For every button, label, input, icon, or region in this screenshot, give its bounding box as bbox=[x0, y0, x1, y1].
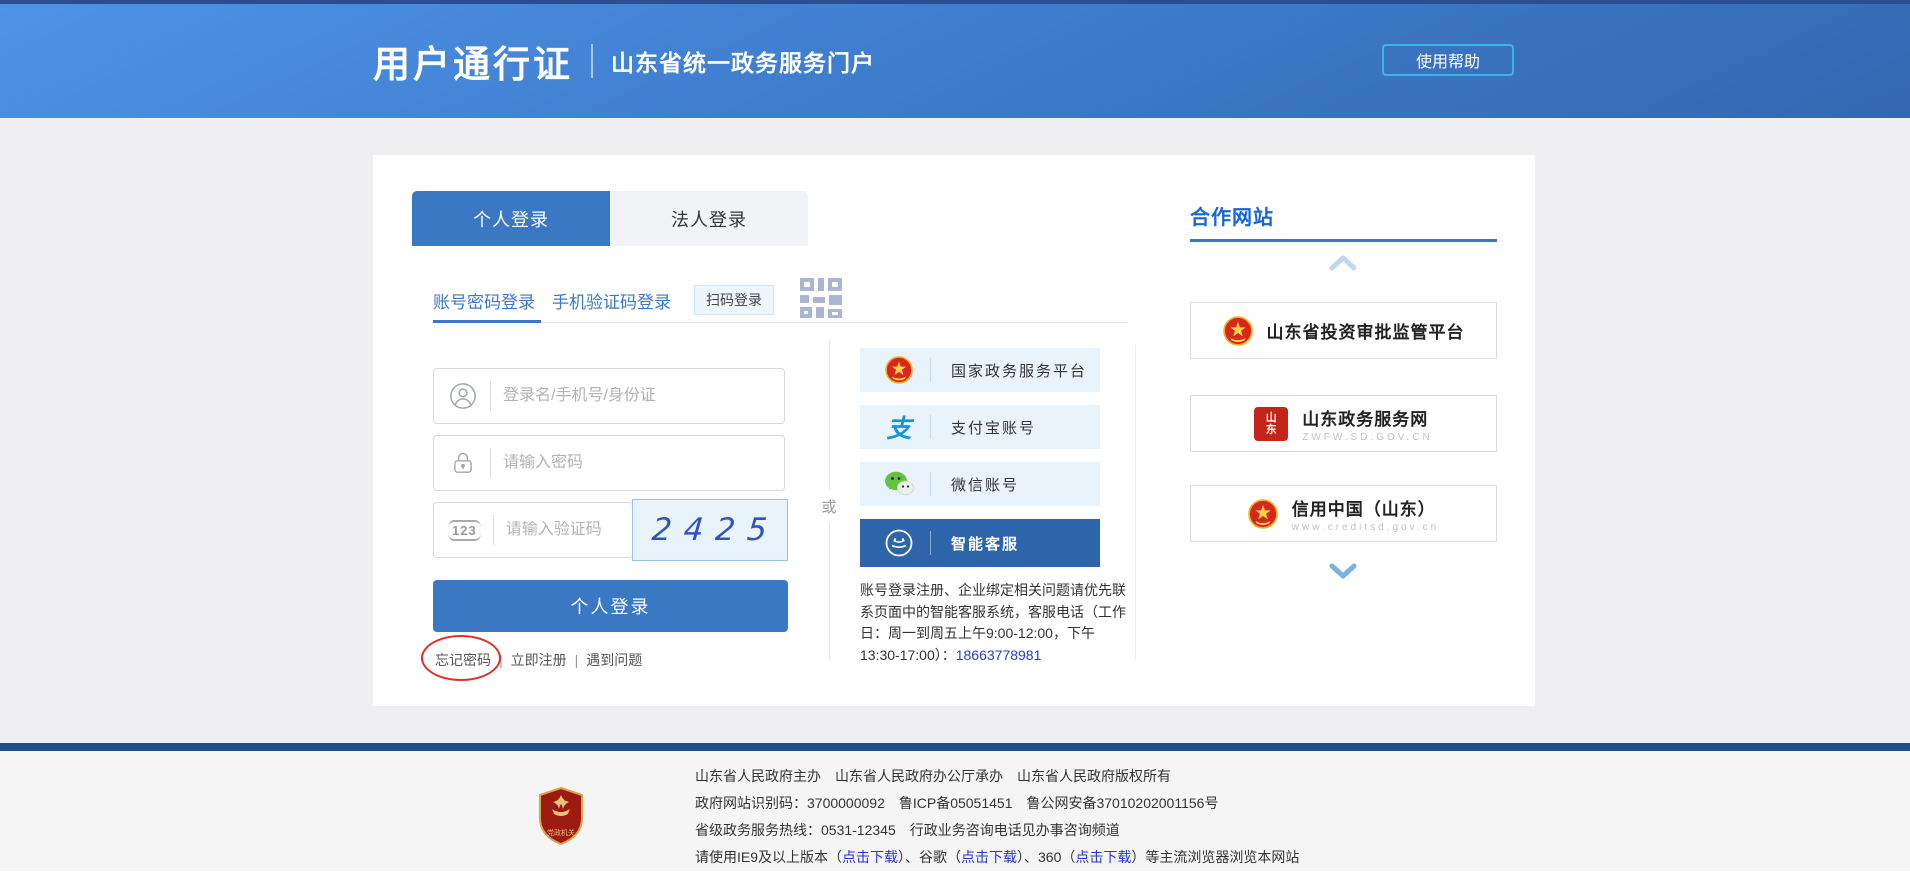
partners-title-underline bbox=[1190, 239, 1497, 242]
button-label: 国家政务服务平台 bbox=[951, 360, 1087, 381]
smart-customer-service-button[interactable]: 智能客服 bbox=[860, 519, 1100, 567]
or-label: 或 bbox=[816, 490, 842, 523]
username-field-box bbox=[433, 368, 785, 424]
problem-link[interactable]: 遇到问题 bbox=[586, 650, 642, 670]
partner-zwfw-site[interactable]: 山东 山东政务服务网 ZWFW.SD.GOV.CN bbox=[1190, 395, 1497, 452]
password-input[interactable] bbox=[503, 454, 784, 472]
method-sms-code[interactable]: 手机验证码登录 bbox=[552, 288, 671, 313]
link-separator: | bbox=[575, 652, 579, 668]
download-link-360[interactable]: 点击下载 bbox=[1075, 849, 1131, 865]
partners-title: 合作网站 bbox=[1190, 201, 1274, 230]
brand: 用户通行证 山东省统一政务服务门户 bbox=[373, 4, 875, 118]
captcha-input[interactable] bbox=[506, 521, 632, 539]
captcha-image[interactable]: 2425 bbox=[632, 499, 788, 561]
footer-line-2: 政府网站识别码：3700000092 鲁ICP备05051451 鲁公网安备37… bbox=[695, 790, 1299, 817]
user-icon bbox=[448, 381, 478, 411]
site-subtitle: 山东省统一政务服务门户 bbox=[611, 44, 875, 78]
partner-url: www.creditsd.gov.cn bbox=[1292, 522, 1439, 533]
partner-label: 信用中国（山东） bbox=[1292, 495, 1439, 520]
field-divider bbox=[493, 515, 494, 545]
login-panel: 个人登录 法人登录 账号密码登录 手机验证码登录 扫码登录 bbox=[373, 155, 1535, 706]
partner-label: 山东省投资审批监管平台 bbox=[1267, 318, 1465, 343]
customer-service-note: 账号登录注册、企业绑定相关问题请优先联系页面中的智能客服系统，客服电话（工作日：… bbox=[860, 580, 1134, 666]
help-button[interactable]: 使用帮助 bbox=[1382, 44, 1514, 76]
chevron-up-icon[interactable] bbox=[1329, 255, 1357, 276]
service-phone-number[interactable]: 18663778981 bbox=[956, 647, 1042, 663]
button-divider bbox=[930, 531, 931, 555]
or-divider: 或 bbox=[829, 340, 830, 660]
section-divider bbox=[1135, 345, 1136, 660]
active-method-underline bbox=[433, 320, 541, 323]
lock-icon bbox=[448, 448, 478, 478]
national-emblem-icon bbox=[884, 355, 914, 385]
captcha-field-box: 123 bbox=[433, 502, 633, 558]
footer: 党政机关 山东省人民政府主办 山东省人民政府办公厅承办 山东省人民政府版权所有 … bbox=[0, 751, 1910, 871]
wechat-login-button[interactable]: 微信账号 bbox=[860, 462, 1100, 506]
footer-line-1: 山东省人民政府主办 山东省人民政府办公厅承办 山东省人民政府版权所有 bbox=[695, 763, 1299, 790]
page-header: 用户通行证 山东省统一政务服务门户 使用帮助 bbox=[0, 0, 1910, 118]
footer-line-3: 省级政务服务热线：0531-12345 行政业务咨询电话见办事咨询频道 bbox=[695, 817, 1299, 844]
button-label: 智能客服 bbox=[951, 533, 1019, 554]
button-divider bbox=[930, 415, 931, 439]
personal-login-button[interactable]: 个人登录 bbox=[433, 580, 788, 632]
site-title: 用户通行证 bbox=[373, 34, 573, 88]
login-type-tabs: 个人登录 法人登录 bbox=[412, 191, 808, 246]
tab-legal-person-login[interactable]: 法人登录 bbox=[610, 191, 808, 246]
government-badge-icon[interactable]: 党政机关 bbox=[538, 787, 584, 850]
button-divider bbox=[930, 472, 931, 496]
forgot-password-link[interactable]: 忘记密码 bbox=[435, 650, 491, 670]
alipay-icon: 支 bbox=[884, 412, 914, 442]
customer-service-icon bbox=[884, 528, 914, 558]
partner-credit-china[interactable]: 信用中国（山东） www.creditsd.gov.cn bbox=[1190, 485, 1497, 542]
footer-line-4: 请使用IE9及以上版本（点击下载）、谷歌（点击下载）、360（点击下载）等主流浏… bbox=[695, 844, 1299, 871]
alipay-login-button[interactable]: 支 支付宝账号 bbox=[860, 405, 1100, 449]
register-link[interactable]: 立即注册 bbox=[511, 650, 567, 670]
scan-login-button[interactable]: 扫码登录 bbox=[694, 285, 774, 315]
button-label: 微信账号 bbox=[951, 474, 1019, 495]
wechat-icon bbox=[884, 469, 914, 499]
download-link-chrome[interactable]: 点击下载 bbox=[961, 849, 1017, 865]
national-emblem-icon bbox=[1248, 499, 1278, 529]
tab-personal-login[interactable]: 个人登录 bbox=[412, 191, 610, 246]
third-party-login-list: 国家政务服务平台 支 支付宝账号 bbox=[860, 348, 1100, 567]
button-label: 支付宝账号 bbox=[951, 417, 1036, 438]
chevron-down-icon[interactable] bbox=[1329, 563, 1357, 584]
footer-divider-bar bbox=[0, 743, 1910, 751]
method-account-password[interactable]: 账号密码登录 bbox=[433, 288, 535, 313]
field-divider bbox=[490, 381, 491, 411]
partner-investment-platform[interactable]: 山东省投资审批监管平台 bbox=[1190, 302, 1497, 359]
partner-url: ZWFW.SD.GOV.CN bbox=[1302, 432, 1433, 443]
download-link-ie[interactable]: 点击下载 bbox=[842, 849, 898, 865]
captcha-value: 2425 bbox=[640, 512, 780, 548]
footer-text: 山东省人民政府主办 山东省人民政府办公厅承办 山东省人民政府版权所有 政府网站识… bbox=[695, 763, 1299, 871]
link-separator: | bbox=[499, 652, 503, 668]
national-emblem-icon bbox=[1223, 316, 1253, 346]
login-links: 忘记密码 | 立即注册 | 遇到问题 bbox=[435, 650, 642, 670]
button-divider bbox=[930, 358, 931, 382]
username-input[interactable] bbox=[503, 387, 784, 405]
svg-text:党政机关: 党政机关 bbox=[547, 828, 575, 837]
partner-label: 山东政务服务网 bbox=[1302, 405, 1433, 430]
title-divider bbox=[591, 44, 593, 78]
shandong-seal-icon: 山东 bbox=[1254, 407, 1288, 441]
login-method-tabs: 账号密码登录 手机验证码登录 扫码登录 bbox=[433, 279, 842, 321]
password-field-box bbox=[433, 435, 785, 491]
qr-code-icon[interactable] bbox=[800, 278, 842, 323]
field-divider bbox=[490, 448, 491, 478]
captcha-123-icon: 123 bbox=[448, 520, 481, 541]
national-gov-platform-button[interactable]: 国家政务服务平台 bbox=[860, 348, 1100, 392]
